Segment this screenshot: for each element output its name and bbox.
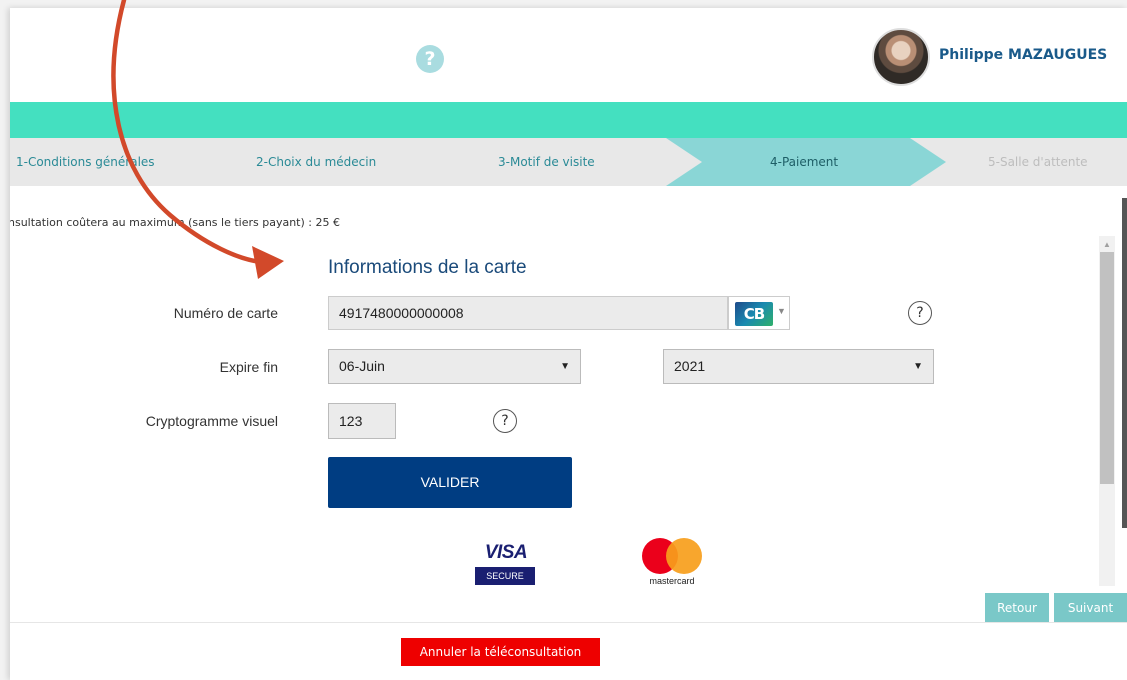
validate-button[interactable]: VALIDER bbox=[328, 457, 572, 508]
card-form-title: Informations de la carte bbox=[328, 257, 527, 278]
scrollbar-thumb[interactable] bbox=[1100, 252, 1114, 484]
cb-logo-icon: CB bbox=[735, 302, 773, 326]
teal-banner bbox=[10, 102, 1127, 138]
chevron-down-icon: ▼ bbox=[913, 361, 923, 372]
step-conditions: 1-Conditions générales bbox=[16, 155, 155, 169]
step-salle-attente: 5-Salle d'attente bbox=[988, 155, 1088, 169]
chevron-down-icon: ▼ bbox=[777, 306, 786, 316]
mastercard-logo: mastercard bbox=[636, 538, 708, 594]
step-choix-medecin: 2-Choix du médecin bbox=[256, 155, 377, 169]
cvv-input[interactable]: 123 bbox=[328, 403, 396, 439]
visa-secure-logo: VISA SECURE bbox=[475, 542, 537, 588]
cancel-teleconsultation-button[interactable]: Annuler la téléconsultation bbox=[401, 638, 600, 666]
header: ? Philippe MAZAUGUES bbox=[10, 8, 1127, 102]
mastercard-orange-circle bbox=[666, 538, 702, 574]
expiry-month-select[interactable]: 06-Juin ▼ bbox=[328, 349, 581, 384]
card-number-label: Numéro de carte bbox=[173, 305, 278, 321]
expiry-month-value: 06-Juin bbox=[339, 358, 385, 374]
chevron-down-icon: ▼ bbox=[560, 361, 570, 372]
divider bbox=[10, 622, 1127, 623]
card-type-select[interactable]: CB ▼ bbox=[728, 296, 790, 330]
back-button[interactable]: Retour bbox=[985, 593, 1049, 623]
step-motif: 3-Motif de visite bbox=[498, 155, 595, 169]
mastercard-word: mastercard bbox=[649, 576, 695, 586]
scroll-edge bbox=[1122, 198, 1127, 528]
step-progress: 1-Conditions générales 2-Choix du médeci… bbox=[10, 138, 1127, 186]
step-paiement: 4-Paiement bbox=[770, 155, 839, 169]
cvv-label: Cryptogramme visuel bbox=[145, 413, 278, 429]
visa-word: VISA bbox=[484, 542, 528, 563]
scroll-up-arrow-icon[interactable]: ▲ bbox=[1103, 240, 1111, 249]
avatar[interactable] bbox=[872, 28, 930, 86]
next-button[interactable]: Suivant bbox=[1054, 593, 1127, 623]
expiry-year-select[interactable]: 2021 ▼ bbox=[663, 349, 934, 384]
price-info: nsultation coûtera au maximum (sans le t… bbox=[10, 216, 340, 229]
card-number-help-icon[interactable]: ? bbox=[908, 301, 932, 325]
cvv-help-icon[interactable]: ? bbox=[493, 409, 517, 433]
visa-secure-label: SECURE bbox=[475, 567, 535, 585]
expiry-label: Expire fin bbox=[219, 359, 278, 375]
teleconsultation-page: ? Philippe MAZAUGUES 1-Conditions généra… bbox=[10, 8, 1127, 680]
user-name[interactable]: Philippe MAZAUGUES bbox=[939, 47, 1107, 63]
help-icon[interactable]: ? bbox=[416, 45, 444, 73]
expiry-year-value: 2021 bbox=[674, 358, 706, 374]
card-number-input[interactable]: 4917480000000008 bbox=[328, 296, 728, 330]
